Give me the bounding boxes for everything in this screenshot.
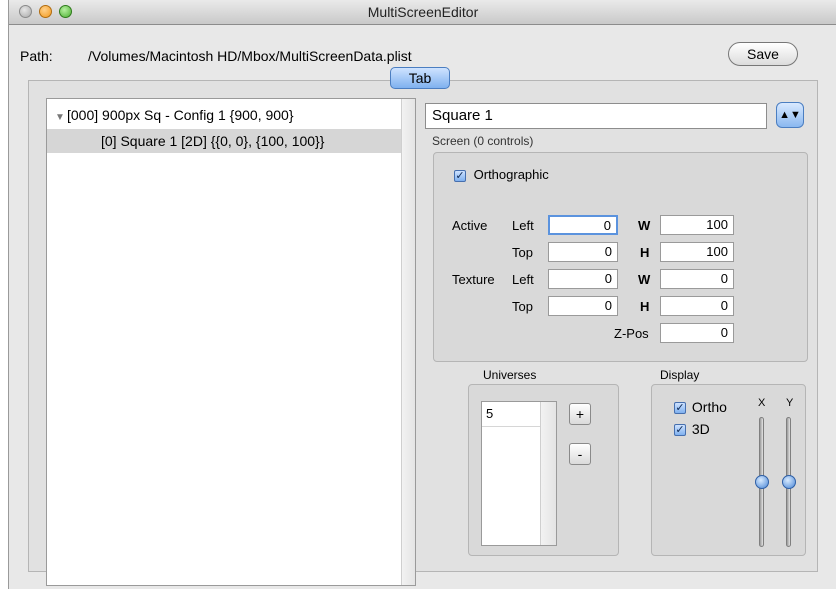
outline-scrollbar[interactable] (401, 99, 415, 585)
texture-left-label: Left (512, 272, 534, 287)
universe-item[interactable]: 5 (482, 402, 540, 426)
outline-row-label: [0] Square 1 [2D] {{0, 0}, {100, 100}} (101, 133, 325, 149)
texture-left-field[interactable]: 0 (548, 269, 618, 289)
active-w-label: W (638, 218, 651, 233)
universes-scrollbar[interactable] (540, 402, 556, 545)
check-icon: ✓ (454, 169, 466, 182)
ortho-checkbox[interactable]: ✓ Ortho (674, 399, 727, 415)
y-slider-knob[interactable] (782, 475, 796, 489)
outline-row-screen[interactable]: [0] Square 1 [2D] {{0, 0}, {100, 100}} (47, 129, 401, 153)
universes-group: 5 + - (468, 384, 619, 556)
threed-label: 3D (691, 421, 710, 437)
screen-settings-group: ✓ Orthographic Active Left 0 W 100 Top 0… (433, 152, 808, 362)
orthographic-checkbox[interactable]: ✓ Orthographic (454, 167, 549, 182)
display-label: Display (660, 368, 700, 382)
zpos-field[interactable]: 0 (660, 323, 734, 343)
screen-name-field[interactable]: Square 1 (425, 103, 767, 129)
texture-label: Texture (452, 272, 495, 287)
texture-w-label: W (638, 272, 651, 287)
threed-checkbox[interactable]: ✓ 3D (674, 421, 710, 437)
texture-h-label: H (640, 299, 650, 314)
texture-w-field[interactable]: 0 (660, 269, 734, 289)
remove-universe-button[interactable]: - (569, 443, 591, 465)
ortho-label: Ortho (691, 399, 727, 415)
path-label: Path: (20, 48, 53, 64)
texture-h-field[interactable]: 0 (660, 296, 734, 316)
active-w-field[interactable]: 100 (660, 215, 734, 235)
check-icon: ✓ (674, 402, 686, 415)
y-axis-label: Y (786, 397, 794, 409)
orthographic-label: Orthographic (473, 167, 549, 182)
title-bar[interactable]: MultiScreenEditor (9, 0, 836, 25)
check-icon: ✓ (674, 424, 686, 437)
active-top-field[interactable]: 0 (548, 242, 618, 262)
active-h-label: H (640, 245, 650, 260)
disclosure-triangle-icon[interactable]: ▼ (55, 106, 65, 130)
active-top-label: Top (512, 245, 533, 260)
tab-tab[interactable]: Tab (390, 67, 450, 89)
popup-arrows-icon: ▲▼ (779, 109, 801, 121)
outline-row-config[interactable]: ▼ [000] 900px Sq - Config 1 {900, 900} (47, 103, 401, 127)
list-divider (482, 426, 540, 427)
active-label: Active (452, 218, 488, 233)
active-h-field[interactable]: 100 (660, 242, 734, 262)
screen-caption: Screen (0 controls) (432, 134, 534, 148)
universes-label: Universes (483, 368, 537, 382)
texture-top-label: Top (512, 299, 533, 314)
add-universe-button[interactable]: + (569, 403, 591, 425)
active-left-label: Left (512, 218, 534, 233)
screen-popup-button[interactable]: ▲▼ (776, 102, 804, 128)
config-outline-view[interactable]: ▼ [000] 900px Sq - Config 1 {900, 900} [0… (46, 98, 416, 586)
active-left-field[interactable]: 0 (548, 215, 618, 235)
texture-top-field[interactable]: 0 (548, 296, 618, 316)
x-axis-label: X (758, 397, 766, 409)
zpos-label: Z-Pos (614, 326, 649, 341)
display-group: ✓ Ortho ✓ 3D X Y (651, 384, 806, 556)
window-title: MultiScreenEditor (367, 4, 479, 20)
outline-row-label: [000] 900px Sq - Config 1 {900, 900} (67, 107, 294, 123)
path-value: /Volumes/Macintosh HD/Mbox/MultiScreenDa… (88, 48, 412, 64)
save-button[interactable]: Save (728, 42, 798, 66)
x-slider-knob[interactable] (755, 475, 769, 489)
universes-list[interactable]: 5 (481, 401, 557, 546)
